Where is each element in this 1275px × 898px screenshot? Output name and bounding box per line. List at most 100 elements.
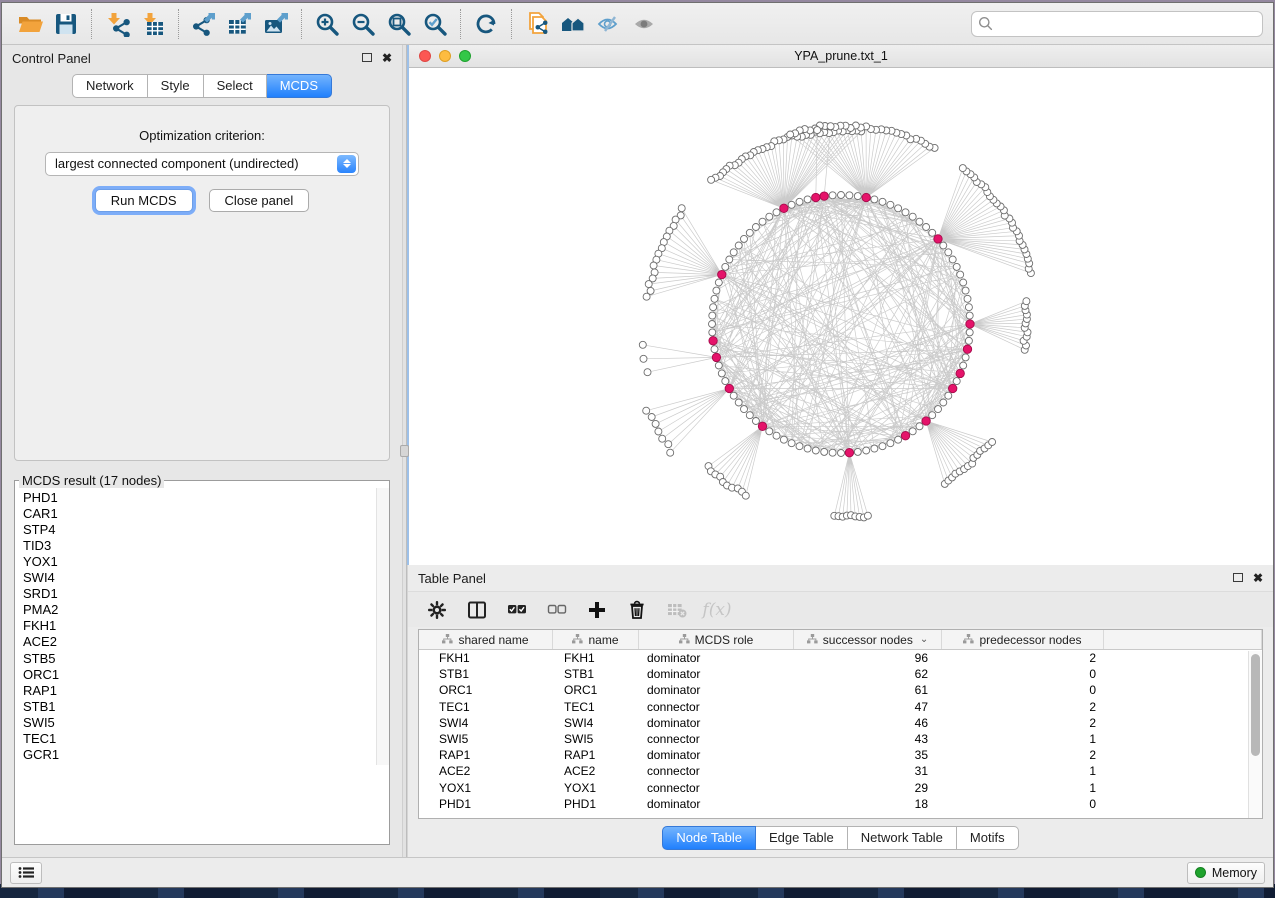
table-scrollbar-thumb[interactable] [1251, 654, 1260, 756]
export-table-icon[interactable] [222, 8, 258, 40]
table-cell[interactable]: 35 [794, 747, 942, 763]
search-input[interactable] [971, 11, 1263, 37]
network-graph[interactable] [409, 68, 1273, 565]
tab-style[interactable]: Style [148, 74, 204, 98]
table-cell[interactable]: TEC1 [553, 699, 639, 715]
table-cell[interactable]: 46 [794, 715, 942, 731]
column-header-predecessor-nodes[interactable]: predecessor nodes [942, 630, 1104, 649]
table-cell[interactable]: RAP1 [419, 747, 553, 763]
table-cell[interactable]: connector [639, 699, 794, 715]
table-cell[interactable]: 31 [794, 763, 942, 779]
table-cell[interactable]: ORC1 [419, 682, 553, 698]
mcds-result-item[interactable]: SWI5 [23, 715, 381, 731]
table-row[interactable]: SWI5SWI5connector431 [419, 731, 1262, 747]
mcds-result-item[interactable]: TEC1 [23, 731, 381, 747]
table-cell[interactable]: 62 [794, 666, 942, 682]
close-panel-icon[interactable]: ✖ [382, 52, 392, 64]
task-history-button[interactable] [10, 862, 42, 884]
splitter-grip[interactable] [400, 445, 409, 457]
new-network-from-selection-icon[interactable] [519, 8, 555, 40]
table-cell[interactable]: TEC1 [419, 699, 553, 715]
mcds-result-item[interactable]: RAP1 [23, 683, 381, 699]
table-tab-node-table[interactable]: Node Table [662, 826, 756, 850]
table-cell[interactable]: 2 [942, 715, 1104, 731]
mcds-result-item[interactable]: GCR1 [23, 747, 381, 763]
table-cell[interactable]: PHD1 [419, 796, 553, 812]
table-cell[interactable]: SWI4 [419, 715, 553, 731]
table-cell[interactable]: dominator [639, 666, 794, 682]
table-cell[interactable]: dominator [639, 650, 794, 666]
table-cell[interactable]: 96 [794, 650, 942, 666]
table-cell[interactable]: 47 [794, 699, 942, 715]
table-row[interactable]: ACE2ACE2connector311 [419, 763, 1262, 779]
import-table-icon[interactable] [135, 8, 171, 40]
table-cell[interactable]: 2 [942, 699, 1104, 715]
close-window-icon[interactable] [419, 50, 431, 62]
float-panel-icon[interactable] [362, 52, 372, 64]
table-cell[interactable]: connector [639, 763, 794, 779]
save-icon[interactable] [48, 8, 84, 40]
tab-network[interactable]: Network [72, 74, 148, 98]
float-table-panel-icon[interactable] [1233, 572, 1243, 584]
mcds-list-scrollbar[interactable] [376, 488, 389, 766]
zoom-fit-icon[interactable] [381, 8, 417, 40]
mcds-result-item[interactable]: STP4 [23, 522, 381, 538]
table-cell[interactable]: 18 [794, 796, 942, 812]
network-canvas[interactable] [409, 68, 1273, 565]
delete-column-icon[interactable] [622, 597, 652, 623]
table-row[interactable]: RAP1RAP1dominator352 [419, 747, 1262, 763]
column-header-name[interactable]: name [553, 630, 639, 649]
mcds-result-item[interactable]: ACE2 [23, 634, 381, 650]
table-scrollbar[interactable] [1248, 651, 1262, 818]
zoom-out-icon[interactable] [345, 8, 381, 40]
export-image-icon[interactable] [258, 8, 294, 40]
first-neighbors-icon[interactable] [555, 8, 591, 40]
table-row[interactable]: YOX1YOX1connector291 [419, 780, 1262, 796]
table-cell[interactable]: FKH1 [553, 650, 639, 666]
table-cell[interactable]: 0 [942, 796, 1104, 812]
mcds-result-item[interactable]: STB5 [23, 651, 381, 667]
table-cell[interactable]: PHD1 [553, 796, 639, 812]
table-row[interactable]: SWI4SWI4dominator462 [419, 715, 1262, 731]
table-cell[interactable]: 1 [942, 731, 1104, 747]
table-cell[interactable]: ACE2 [419, 763, 553, 779]
table-tab-motifs[interactable]: Motifs [957, 826, 1019, 850]
table-cell[interactable]: 2 [942, 747, 1104, 763]
export-network-icon[interactable] [186, 8, 222, 40]
table-cell[interactable]: SWI5 [553, 731, 639, 747]
import-network-icon[interactable] [99, 8, 135, 40]
table-tab-network-table[interactable]: Network Table [848, 826, 957, 850]
column-header-MCDS-role[interactable]: MCDS role [639, 630, 794, 649]
table-cell[interactable]: 2 [942, 650, 1104, 666]
table-cell[interactable]: RAP1 [553, 747, 639, 763]
table-cell[interactable]: ORC1 [553, 682, 639, 698]
table-cell[interactable]: 1 [942, 763, 1104, 779]
table-cell[interactable]: dominator [639, 715, 794, 731]
apply-layout-icon[interactable] [468, 8, 504, 40]
open-icon[interactable] [12, 8, 48, 40]
table-cell[interactable]: YOX1 [419, 780, 553, 796]
zoom-selected-icon[interactable] [417, 8, 453, 40]
table-cell[interactable]: STB1 [553, 666, 639, 682]
zoom-in-icon[interactable] [309, 8, 345, 40]
table-cell[interactable]: 1 [942, 780, 1104, 796]
hide-selected-icon[interactable] [591, 8, 627, 40]
table-cell[interactable]: dominator [639, 682, 794, 698]
mcds-result-item[interactable]: SWI4 [23, 570, 381, 586]
table-row[interactable]: STB1STB1dominator620 [419, 666, 1262, 682]
close-table-panel-icon[interactable]: ✖ [1253, 572, 1263, 584]
panel-splitter[interactable] [402, 45, 407, 857]
table-cell[interactable]: 29 [794, 780, 942, 796]
mcds-result-item[interactable]: TID3 [23, 538, 381, 554]
minimize-window-icon[interactable] [439, 50, 451, 62]
mcds-result-item[interactable]: ORC1 [23, 667, 381, 683]
mcds-result-item[interactable]: SRD1 [23, 586, 381, 602]
table-cell[interactable]: 0 [942, 682, 1104, 698]
table-row[interactable]: FKH1FKH1dominator962 [419, 650, 1262, 666]
table-cell[interactable]: 0 [942, 666, 1104, 682]
optimization-criterion-select[interactable]: largest connected component (undirected) [45, 152, 359, 176]
table-cell[interactable]: dominator [639, 796, 794, 812]
close-panel-button[interactable]: Close panel [209, 189, 310, 212]
table-cell[interactable]: 61 [794, 682, 942, 698]
select-all-icon[interactable] [502, 597, 532, 623]
